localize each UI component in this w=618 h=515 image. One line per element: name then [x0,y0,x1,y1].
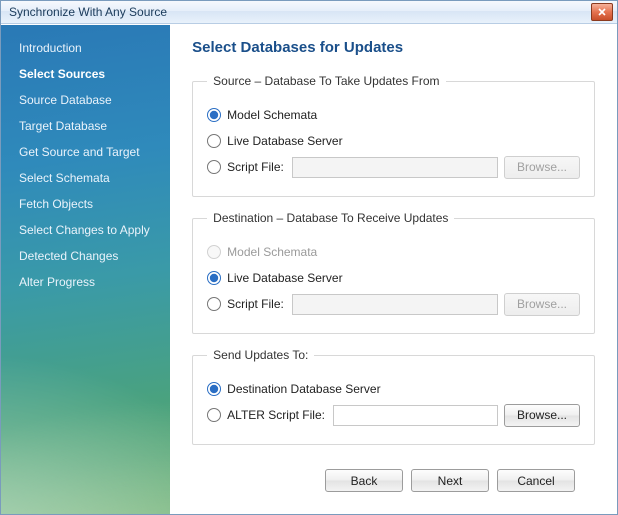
destination-legend: Destination – Database To Receive Update… [207,211,454,225]
footer: Back Next Cancel [192,459,595,504]
step-source-database[interactable]: Source Database [19,87,170,113]
send-alter-input[interactable] [333,405,498,426]
dest-live-radio[interactable] [207,271,221,285]
send-dest-radio[interactable] [207,382,221,396]
main-panel: Select Databases for Updates Source – Da… [170,25,617,514]
dest-browse-button[interactable]: Browse... [504,293,580,316]
next-button[interactable]: Next [411,469,489,492]
source-script-label[interactable]: Script File: [227,160,284,174]
source-group: Source – Database To Take Updates From M… [192,74,595,197]
step-detected-changes[interactable]: Detected Changes [19,243,170,269]
step-fetch-objects[interactable]: Fetch Objects [19,191,170,217]
source-model-radio[interactable] [207,108,221,122]
step-get-source-target[interactable]: Get Source and Target [19,139,170,165]
sidebar: Introduction Select Sources Source Datab… [1,25,170,514]
page-title: Select Databases for Updates [192,39,595,56]
send-dest-label[interactable]: Destination Database Server [227,382,380,396]
titlebar: Synchronize With Any Source [1,1,617,24]
wizard-window: Synchronize With Any Source Introduction… [0,0,618,515]
source-script-radio[interactable] [207,160,221,174]
dest-live-label[interactable]: Live Database Server [227,271,342,285]
dest-script-row: Script File: Browse... [207,291,580,317]
step-target-database[interactable]: Target Database [19,113,170,139]
step-select-schemata[interactable]: Select Schemata [19,165,170,191]
body: Introduction Select Sources Source Datab… [1,24,617,514]
send-alter-label[interactable]: ALTER Script File: [227,408,325,422]
step-introduction[interactable]: Introduction [19,35,170,61]
window-title: Synchronize With Any Source [9,5,591,19]
source-script-row: Script File: Browse... [207,154,580,180]
back-button[interactable]: Back [325,469,403,492]
source-script-input[interactable] [292,157,498,178]
source-live-row: Live Database Server [207,128,580,154]
dest-model-radio [207,245,221,259]
dest-script-input[interactable] [292,294,498,315]
source-live-label[interactable]: Live Database Server [227,134,342,148]
source-model-row: Model Schemata [207,102,580,128]
source-model-label[interactable]: Model Schemata [227,108,317,122]
cancel-button[interactable]: Cancel [497,469,575,492]
send-alter-row: ALTER Script File: Browse... [207,402,580,428]
dest-model-row: Model Schemata [207,239,580,265]
source-browse-button[interactable]: Browse... [504,156,580,179]
send-legend: Send Updates To: [207,348,314,362]
send-browse-button[interactable]: Browse... [504,404,580,427]
dest-model-label: Model Schemata [227,245,317,259]
step-alter-progress[interactable]: Alter Progress [19,269,170,295]
send-dest-row: Destination Database Server [207,376,580,402]
destination-group: Destination – Database To Receive Update… [192,211,595,334]
send-alter-radio[interactable] [207,408,221,422]
step-select-changes[interactable]: Select Changes to Apply [19,217,170,243]
source-live-radio[interactable] [207,134,221,148]
dest-live-row: Live Database Server [207,265,580,291]
send-group: Send Updates To: Destination Database Se… [192,348,595,445]
dest-script-radio[interactable] [207,297,221,311]
source-legend: Source – Database To Take Updates From [207,74,445,88]
dest-script-label[interactable]: Script File: [227,297,284,311]
step-select-sources[interactable]: Select Sources [19,61,170,87]
close-icon[interactable] [591,3,613,21]
